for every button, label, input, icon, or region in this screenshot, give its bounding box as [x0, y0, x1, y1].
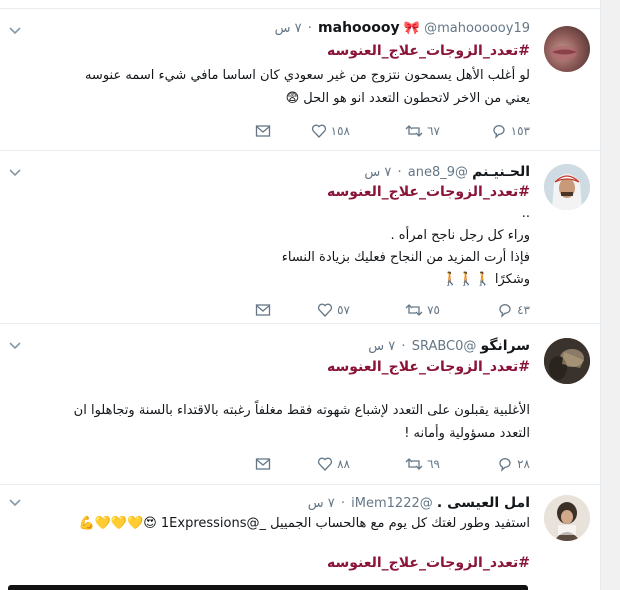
- envelope-icon: [255, 458, 271, 470]
- retweet-button[interactable]: ٦٧: [405, 122, 440, 140]
- direct-message-button[interactable]: [255, 122, 271, 140]
- separator-dot: ·: [307, 21, 312, 36]
- tweet-header: mahooooy 🎀 @mahoooooy19 · ٧ س: [275, 20, 530, 40]
- direct-message-button[interactable]: [255, 455, 271, 473]
- ribbon-emoji: 🎀: [403, 21, 420, 36]
- timestamp[interactable]: ٧ س: [275, 21, 302, 36]
- tweet-text-line: فإذا أرت المزيد من النجاح فعليك بزيادة ا…: [281, 250, 530, 265]
- separator-dot: ·: [401, 339, 406, 354]
- avatar[interactable]: [544, 338, 590, 384]
- tweet-text-line: ..: [521, 206, 530, 221]
- avatar[interactable]: [544, 495, 590, 541]
- previous-tweet-actions-strip: [0, 0, 600, 9]
- reply-count: ٢٨: [517, 457, 530, 471]
- tweet[interactable]: امل العيسى . @iMem1222 · ٧ س استفيد وطور…: [0, 485, 600, 590]
- retweet-icon: [405, 125, 423, 137]
- like-button[interactable]: ٨٨: [317, 455, 350, 473]
- avatar[interactable]: [544, 26, 590, 72]
- user-handle[interactable]: @ane8_9: [408, 165, 468, 180]
- envelope-icon: [255, 125, 271, 137]
- tweet-text-line: الأغلبية يقبلون على التعدد لإشباع شهوته …: [73, 403, 530, 418]
- like-count: ١٥٨: [330, 124, 350, 138]
- reply-icon: [499, 458, 511, 472]
- retweet-button[interactable]: ٦٩: [405, 455, 440, 473]
- reply-count: ١٥٣: [510, 124, 530, 138]
- reply-button[interactable]: ٢٨: [497, 455, 530, 473]
- tweet-text-line: وراء كل رجل ناجح امرأه .: [390, 228, 530, 243]
- heart-icon: [318, 457, 333, 471]
- user-handle[interactable]: @SRABC0: [412, 339, 477, 354]
- tweet-text-line: وشكرًا 🚶🚶🚶: [442, 272, 530, 287]
- tweet-text-line: يعني من الاخر لاتحطون التعدد انو هو الحل…: [285, 91, 530, 106]
- scrollbar[interactable]: [601, 0, 620, 590]
- media-preview[interactable]: [8, 585, 528, 590]
- retweet-count: ٦٩: [427, 457, 440, 471]
- tweet-header: امل العيسى . @iMem1222 · ٧ س: [308, 495, 530, 515]
- tweet-actions: ٢٨ ٦٩ ٨٨: [255, 455, 530, 473]
- display-name[interactable]: سرانگو: [481, 338, 530, 354]
- reply-button[interactable]: ١٥٣: [491, 122, 530, 140]
- retweet-button[interactable]: ٧٥: [405, 301, 440, 319]
- avatar-image: [544, 164, 590, 210]
- hashtag-link[interactable]: #تعدد_الزوجات_علاج_العنوسه: [327, 43, 530, 59]
- tweet[interactable]: سرانگو @SRABC0 · ٧ س #تعدد_الزوجات_علاج_…: [0, 324, 600, 485]
- retweet-icon: [405, 458, 423, 470]
- retweet-count: ٦٧: [427, 124, 440, 138]
- display-name[interactable]: امل العيسى .: [437, 495, 530, 511]
- tweet-actions: ١٥٣ ٦٧ ١٥٨: [255, 122, 530, 140]
- reply-icon: [499, 304, 511, 318]
- avatar[interactable]: [544, 164, 590, 210]
- reply-icon: [493, 125, 505, 139]
- timestamp[interactable]: ٧ س: [368, 339, 395, 354]
- reply-button[interactable]: ٤٣: [497, 301, 530, 319]
- timeline: mahooooy 🎀 @mahoooooy19 · ٧ س #تعدد_الزو…: [0, 0, 601, 590]
- tweet[interactable]: الحـنيـنم @ane8_9 · ٧ س #تعدد_الزوجات_عل…: [0, 151, 600, 324]
- hashtag-link[interactable]: #تعدد_الزوجات_علاج_العنوسه: [327, 555, 530, 571]
- tweet-text-line: لو أغلب الأهل يسمحون نتزوج من غير سعودي …: [84, 68, 530, 83]
- avatar-image: [544, 495, 590, 541]
- hashtag-link[interactable]: #تعدد_الزوجات_علاج_العنوسه: [327, 359, 530, 375]
- tweet-header: سرانگو @SRABC0 · ٧ س: [368, 338, 530, 358]
- chevron-down-icon[interactable]: [8, 495, 22, 509]
- chevron-down-icon[interactable]: [8, 23, 22, 37]
- separator-dot: ·: [397, 165, 402, 180]
- chevron-down-icon[interactable]: [8, 165, 22, 179]
- like-button[interactable]: ٥٧: [317, 301, 350, 319]
- separator-dot: ·: [340, 496, 346, 511]
- heart-icon: [318, 303, 333, 317]
- display-name[interactable]: mahooooy: [318, 20, 400, 36]
- reply-count: ٤٣: [517, 303, 530, 317]
- retweet-icon: [405, 304, 423, 316]
- like-button[interactable]: ١٥٨: [311, 122, 350, 140]
- tweet[interactable]: mahooooy 🎀 @mahoooooy19 · ٧ س #تعدد_الزو…: [0, 9, 600, 151]
- like-count: ٥٧: [337, 303, 350, 317]
- tweet-text-line: استفيد وطور لغتك كل يوم مع هالحساب الجمي…: [78, 516, 530, 531]
- timestamp[interactable]: ٧ س: [308, 496, 335, 511]
- avatar-image: [551, 46, 577, 60]
- heart-icon: [311, 124, 326, 138]
- envelope-icon: [255, 304, 271, 316]
- chevron-down-icon[interactable]: [8, 338, 22, 352]
- tweet-actions: ٤٣ ٧٥ ٥٧: [255, 301, 530, 319]
- avatar-image: [544, 338, 590, 384]
- tweet-header: الحـنيـنم @ane8_9 · ٧ س: [364, 164, 530, 184]
- user-handle[interactable]: @mahoooooy19: [424, 21, 530, 36]
- retweet-count: ٧٥: [427, 303, 440, 317]
- direct-message-button[interactable]: [255, 301, 271, 319]
- tweet-text-line: التعدد مسؤولية وأمانه !: [404, 426, 530, 441]
- display-name[interactable]: الحـنيـنم: [472, 164, 530, 180]
- timestamp[interactable]: ٧ س: [364, 165, 391, 180]
- user-handle[interactable]: @iMem1222: [351, 496, 433, 511]
- hashtag-link[interactable]: #تعدد_الزوجات_علاج_العنوسه: [327, 184, 530, 200]
- like-count: ٨٨: [337, 457, 350, 471]
